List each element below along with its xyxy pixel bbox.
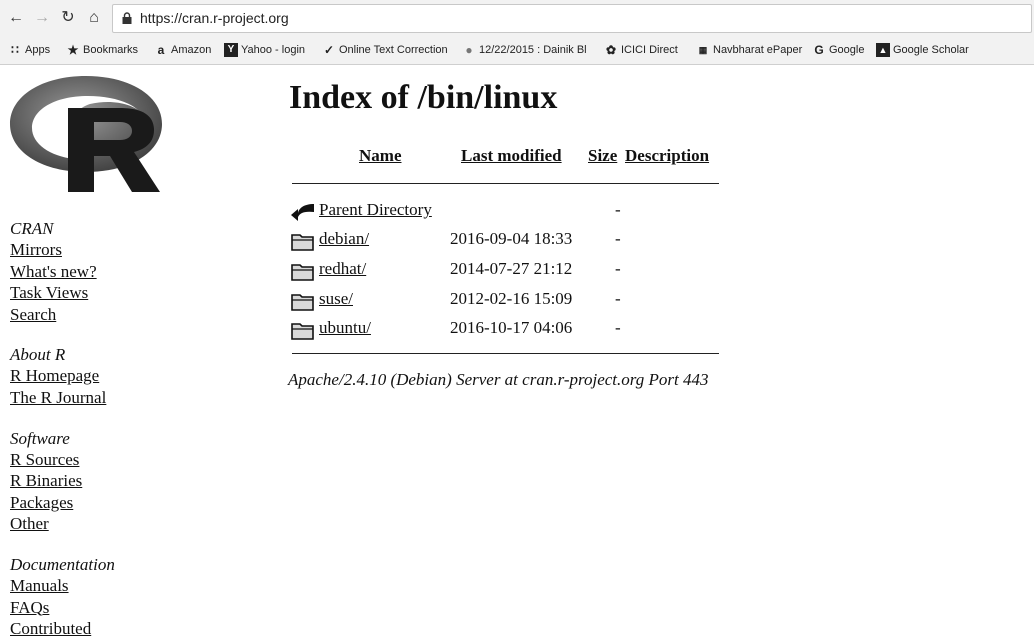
column-header-name[interactable]: Name — [359, 146, 401, 166]
amazon-icon: a — [157, 43, 165, 57]
row-size: - — [615, 200, 621, 219]
bookmark-label: 12/22/2015 : Dainik Bl — [479, 44, 587, 56]
bookmark-label: Google — [829, 44, 865, 56]
bookmark-label: Online Text Correction — [339, 44, 448, 56]
lock-icon — [122, 12, 132, 24]
table-divider-top — [292, 183, 719, 184]
sidebar-link-r-binaries[interactable]: R Binaries — [10, 470, 150, 492]
circle-icon: ● — [465, 43, 473, 57]
back-arrow-icon — [291, 204, 314, 221]
sidebar-link-contributed[interactable]: Contributed — [10, 618, 150, 640]
sidebar-link-manuals[interactable]: Manuals — [10, 575, 150, 597]
sidebar-link-mirrors[interactable]: Mirrors — [10, 239, 150, 261]
column-header-last-modified[interactable]: Last modified — [461, 146, 562, 166]
bookmark-text-correction[interactable]: ✓ Online Text Correction — [322, 42, 448, 58]
bookmark-label: Apps — [25, 44, 51, 56]
bookmark-google[interactable]: G Google — [812, 42, 864, 58]
sidebar-link-search[interactable]: Search — [10, 304, 150, 326]
bookmark-google-scholar[interactable]: ▲ Google Scholar — [876, 42, 969, 58]
row-link-suse[interactable]: suse/ — [319, 288, 353, 310]
apps-grid-icon: ∷ — [11, 43, 19, 57]
sidebar-link-whats-new[interactable]: What's new? — [10, 261, 150, 283]
row-link-debian[interactable]: debian/ — [319, 228, 369, 250]
sidebar-nav: CRAN Mirrors What's new? Task Views Sear… — [10, 218, 150, 640]
table-row: suse/ 2012-02-16 15:09 - — [290, 288, 720, 312]
scholar-icon: ▲ — [876, 43, 890, 57]
row-link-ubuntu[interactable]: ubuntu/ — [319, 317, 371, 339]
column-header-size[interactable]: Size — [588, 146, 617, 166]
table-row: ubuntu/ 2016-10-17 04:06 - — [290, 317, 720, 341]
r-logo[interactable] — [8, 74, 164, 194]
folder-icon — [291, 294, 314, 311]
icici-icon: ✿ — [605, 43, 617, 57]
server-signature: Apache/2.4.10 (Debian) Server at cran.r-… — [288, 370, 709, 389]
sidebar-link-faqs[interactable]: FAQs — [10, 597, 150, 619]
bookmark-label: Bookmarks — [83, 44, 139, 56]
row-size: - — [615, 289, 621, 308]
sidebar-link-task-views[interactable]: Task Views — [10, 282, 150, 304]
row-modified: 2016-09-04 18:33 — [450, 229, 573, 248]
folder-icon — [291, 234, 314, 251]
forward-icon[interactable]: → — [32, 8, 52, 28]
home-icon[interactable]: ⌂ — [84, 8, 104, 28]
sidebar-link-r-homepage[interactable]: R Homepage — [10, 365, 150, 387]
sidebar-heading-software: Software — [10, 428, 70, 448]
bookmark-amazon[interactable]: a Amazon — [154, 42, 212, 58]
sidebar-link-other[interactable]: Other — [10, 513, 150, 535]
bookmark-label: Amazon — [171, 44, 212, 56]
sidebar-heading-cran: CRAN — [10, 219, 54, 238]
folder-icon — [291, 264, 314, 281]
row-link-parent-directory[interactable]: Parent Directory — [319, 199, 432, 221]
bookmarks-bar: ∷ Apps ★ Bookmarks a Amazon Y Yahoo - lo… — [0, 38, 1034, 62]
bookmark-bookmarks[interactable]: ★ Bookmarks — [66, 42, 138, 58]
bookmark-navbharat[interactable]: ▦ Navbharat ePaper — [696, 42, 803, 58]
address-bar-row: ← → ↻ ⌂ https://cran.r-project.org — [0, 0, 1034, 36]
bookmark-label: Google Scholar — [893, 44, 969, 56]
table-divider-bottom — [292, 353, 719, 354]
checkmark-icon: ✓ — [323, 43, 335, 57]
sidebar-heading-documentation: Documentation — [10, 554, 115, 574]
row-modified: 2014-07-27 21:12 — [450, 259, 573, 278]
table-row: Parent Directory - — [290, 199, 720, 223]
url-bar[interactable]: https://cran.r-project.org — [112, 4, 1032, 33]
row-size: - — [615, 259, 621, 278]
row-size: - — [615, 229, 621, 248]
back-icon[interactable]: ← — [6, 8, 26, 28]
browser-chrome: ← → ↻ ⌂ https://cran.r-project.org ∷ App… — [0, 0, 1034, 65]
url-text: https://cran.r-project.org — [140, 10, 289, 26]
table-row: debian/ 2016-09-04 18:33 - — [290, 228, 720, 252]
bookmark-label: Yahoo - login — [241, 44, 306, 56]
sidebar-heading-about-r: About R — [10, 345, 66, 365]
newspaper-icon: ▦ — [698, 45, 708, 55]
table-row: redhat/ 2014-07-27 21:12 - — [290, 258, 720, 282]
bookmark-dainik[interactable]: ● 12/22/2015 : Dainik Bl — [462, 42, 587, 58]
bookmark-apps[interactable]: ∷ Apps — [8, 42, 50, 58]
star-icon: ★ — [67, 43, 79, 57]
page-title: Index of /bin/linux — [289, 79, 558, 116]
column-header-description[interactable]: Description — [625, 146, 709, 166]
bookmark-label: Navbharat ePaper — [713, 44, 803, 56]
bookmark-label: ICICI Direct — [621, 44, 678, 56]
row-modified: 2012-02-16 15:09 — [450, 289, 573, 308]
row-size: - — [615, 318, 621, 337]
row-modified: 2016-10-17 04:06 — [450, 318, 573, 337]
yahoo-icon: Y — [224, 43, 238, 57]
google-icon: G — [814, 43, 824, 57]
row-link-redhat[interactable]: redhat/ — [319, 258, 366, 280]
sidebar-link-r-sources[interactable]: R Sources — [10, 449, 150, 471]
sidebar-link-packages[interactable]: Packages — [10, 492, 150, 514]
bookmark-icici[interactable]: ✿ ICICI Direct — [604, 42, 678, 58]
reload-icon[interactable]: ↻ — [58, 8, 78, 28]
bookmark-yahoo[interactable]: Y Yahoo - login — [224, 42, 305, 58]
folder-icon — [291, 323, 314, 340]
sidebar-link-r-journal[interactable]: The R Journal — [10, 387, 150, 409]
